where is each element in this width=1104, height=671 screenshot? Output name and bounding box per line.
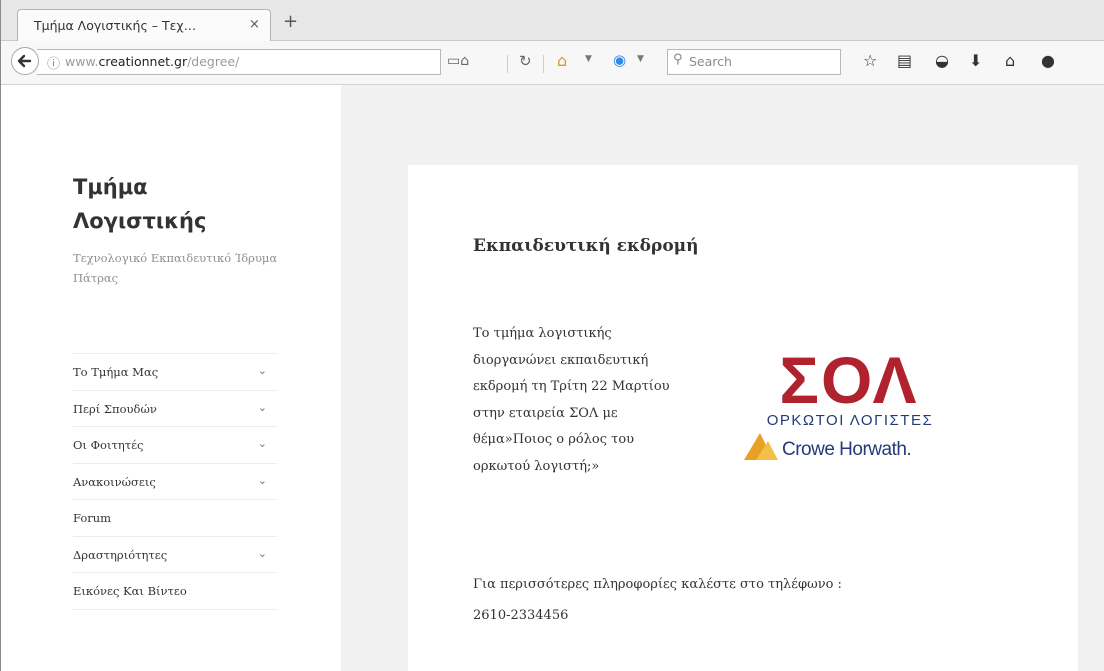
menu-item-label: Ανακοινώσεις xyxy=(73,474,156,489)
menu-item-label: Περί Σπουδών xyxy=(73,401,157,416)
menu-item-label: Forum xyxy=(73,511,112,525)
menu-item-students[interactable]: Οι Φοιτητές ⌄ xyxy=(73,427,277,464)
separator xyxy=(507,55,508,73)
menu-item-label: Εικόνες Και Βίντεο xyxy=(73,584,187,598)
url-prefix: www. xyxy=(65,54,99,69)
reader-view-icon[interactable]: ▭⌂ xyxy=(447,53,469,69)
new-tab-button[interactable]: + xyxy=(283,13,298,31)
separator xyxy=(543,55,544,73)
menu-item-activities[interactable]: Δραστηριότητες ⌄ xyxy=(73,537,277,573)
chat-icon[interactable]: ● xyxy=(1041,51,1055,70)
url-domain: creationnet.gr xyxy=(98,54,188,69)
site-description: Τεχνολογικό Εκπαιδευτικό Ίδρυμα Πάτρας xyxy=(73,251,278,285)
tab-close-icon[interactable]: × xyxy=(249,17,260,32)
logo-partner: Crowe Horwath. xyxy=(782,439,911,460)
logo-main-text: ΣΟΛ xyxy=(779,345,918,417)
reload-icon[interactable]: ↻ xyxy=(519,52,532,70)
menu-item-forum[interactable]: Forum xyxy=(73,500,277,537)
search-placeholder: Search xyxy=(689,54,732,69)
back-arrow-icon xyxy=(17,54,32,68)
chevron-down-icon[interactable]: ⌄ xyxy=(258,401,267,414)
url-text[interactable]: www.creationnet.gr/degree/ xyxy=(65,54,239,69)
chevron-down-icon[interactable]: ⌄ xyxy=(258,474,267,487)
chevron-down-icon[interactable]: ⌄ xyxy=(258,364,267,377)
menu-item-label: Το Τμήμα Μας xyxy=(73,365,159,379)
chevron-down-icon[interactable]: ⌄ xyxy=(258,437,267,450)
home-icon[interactable]: ⌂ xyxy=(1005,51,1015,70)
chevron-down-icon[interactable]: ⌄ xyxy=(258,547,267,560)
url-path: /degree/ xyxy=(187,54,240,69)
search-icon: ⚲ xyxy=(673,52,683,67)
site-title[interactable]: Τμήμα Λογιστικής xyxy=(73,170,273,238)
bookmarks-list-icon[interactable]: ▤ xyxy=(897,51,912,70)
pocket-icon[interactable]: ◒ xyxy=(935,51,949,70)
info-icon[interactable]: ⓘ xyxy=(47,53,60,72)
menu-item-images-videos[interactable]: Εικόνες Και Βίντεο xyxy=(73,573,277,610)
post-info-line: Για περισσότερες πληροφορίες καλέστε στο… xyxy=(473,577,842,592)
main-menu: Το Τμήμα Μας ⌄ Περί Σπουδών ⌄ Οι Φοιτητέ… xyxy=(73,353,277,610)
bookmark-star-icon[interactable]: ☆ xyxy=(863,51,877,70)
menu-item-announcements[interactable]: Ανακοινώσεις ⌄ xyxy=(73,464,277,500)
sol-logo: ΣΟΛ ΟΡΚΩΤΟΙ ΛΟΓΙΣΤΕΣ Crowe Horwath. xyxy=(744,345,933,460)
tab-title: Τμήμα Λογιστικής – Τεχ… xyxy=(34,18,197,33)
menu-item-label: Οι Φοιτητές xyxy=(73,438,144,452)
crowe-horwath-mark-icon xyxy=(744,433,778,460)
navigation-bar: ⓘ www.creationnet.gr/degree/ ▭⌂ ↻ ⌂ ▼ ◉ … xyxy=(1,41,1104,85)
back-button[interactable] xyxy=(11,47,39,75)
browser-tab[interactable]: Τμήμα Λογιστικής – Τεχ… × xyxy=(17,9,271,41)
menu-item-studies[interactable]: Περί Σπουδών ⌄ xyxy=(73,391,277,427)
menu-item-label: Δραστηριότητες xyxy=(73,547,168,562)
post-body: Το τμήμα λογιστικής διοργανώνει εκπαιδευ… xyxy=(473,326,670,474)
chevron-down-icon[interactable]: ▼ xyxy=(585,54,592,64)
home-icon[interactable]: ⌂ xyxy=(557,51,567,70)
browser-window: Τμήμα Λογιστικής – Τεχ… × + ⓘ www.creati… xyxy=(0,0,1104,671)
tab-strip: Τμήμα Λογιστικής – Τεχ… × + xyxy=(1,0,1104,41)
post-title[interactable]: Εκπαιδευτική εκδρομή xyxy=(473,236,698,256)
extension-icon[interactable]: ◉ xyxy=(613,51,626,69)
menu-item-our-department[interactable]: Το Τμήμα Μας ⌄ xyxy=(73,354,277,391)
logo-subtitle: ΟΡΚΩΤΟΙ ΛΟΓΙΣΤΕΣ xyxy=(767,412,933,429)
download-icon[interactable]: ⬇ xyxy=(969,51,982,70)
post-phone: 2610-2334456 xyxy=(473,608,569,623)
chevron-down-icon[interactable]: ▼ xyxy=(637,54,644,64)
